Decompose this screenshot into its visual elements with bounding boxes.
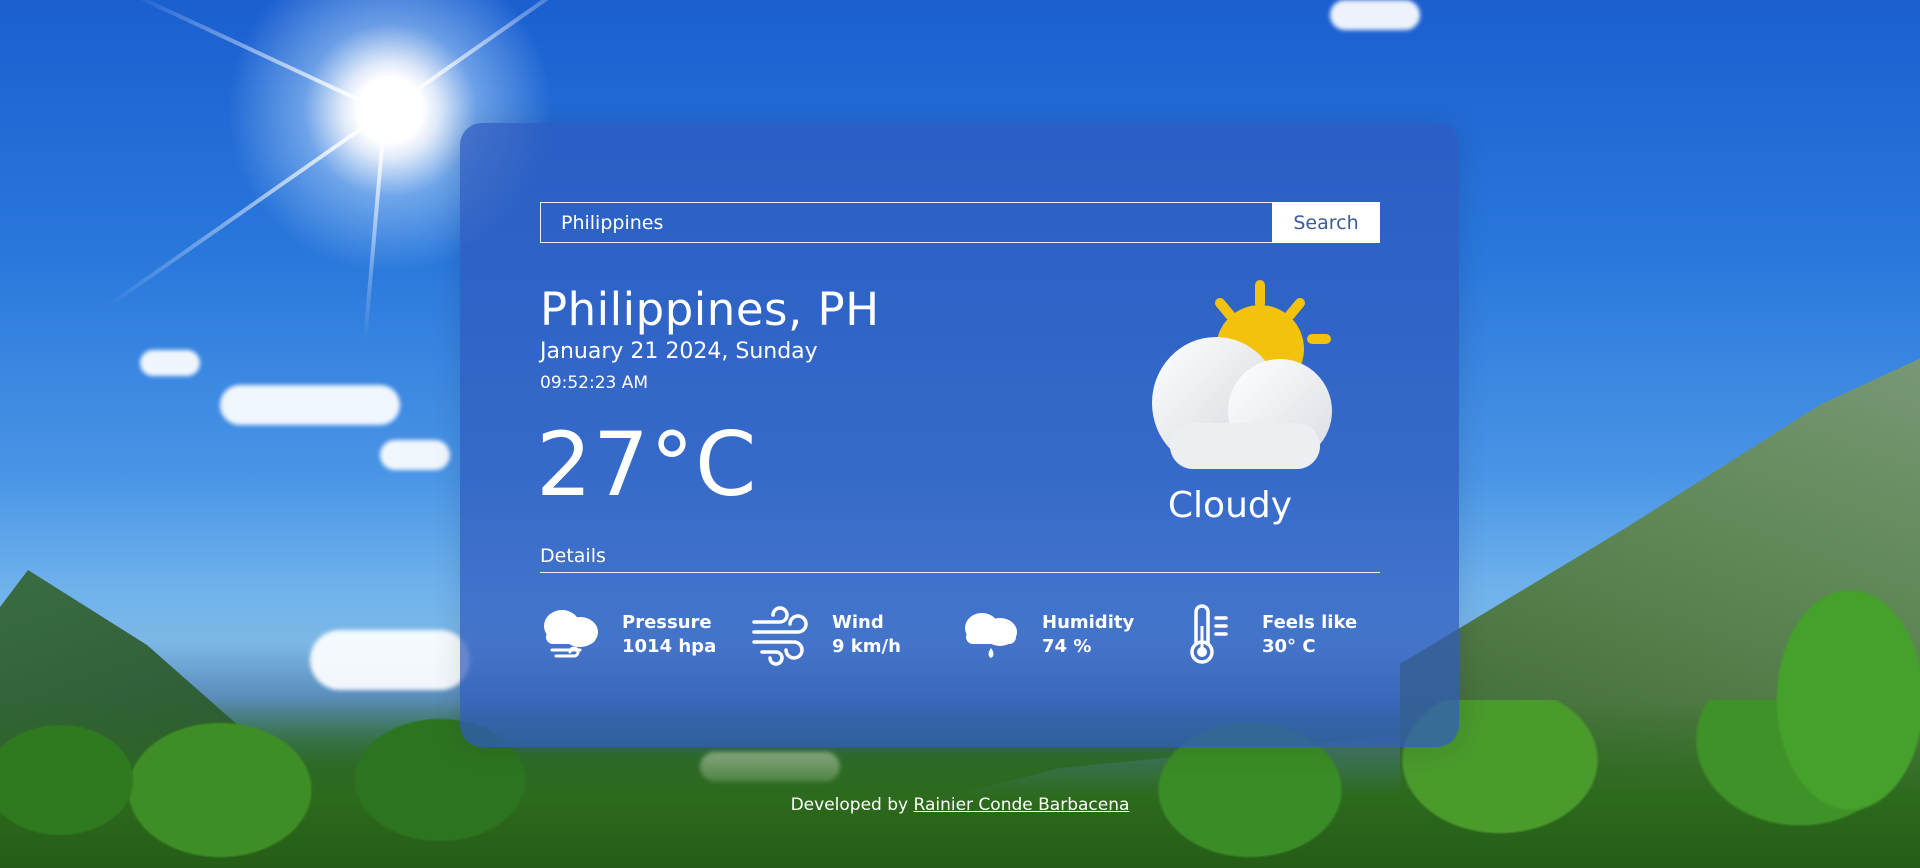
search-button[interactable]: Search [1272,202,1380,243]
wind-value: 9 km/h [832,636,901,657]
thermometer-icon [1190,604,1228,664]
condition-label: Cloudy [1167,485,1293,526]
cloud [140,350,200,376]
humidity-label: Humidity [1042,612,1135,633]
footer: Developed by Rainier Conde Barbacena [0,795,1920,815]
cloud [220,385,400,425]
wind-icon [752,606,808,666]
feels-like-value: 30° C [1262,636,1316,657]
pressure-cloud-icon [544,610,598,658]
detail-pressure: Pressure 1014 hpa [540,603,716,667]
temperature: 27°C [536,413,758,516]
author-link[interactable]: Rainier Conde Barbacena [914,795,1130,815]
sun-behind-cloud-icon [1152,280,1332,469]
detail-humidity: Humidity 74 % [960,603,1134,667]
date-text: January 21 2024, Sunday [540,339,818,364]
trees-right [1700,520,1920,868]
humidity-value: 74 % [1042,636,1092,657]
footer-prefix: Developed by [790,795,909,815]
pressure-value: 1014 hpa [622,636,717,657]
cloud [1330,0,1420,30]
weather-card: Search Philippines, PH January 21 2024, … [460,123,1459,747]
cloud [310,630,470,690]
search-input[interactable] [540,202,1272,243]
cloud [380,440,450,470]
search-bar: Search [540,202,1380,243]
details-title: Details [540,545,606,567]
location-title: Philippines, PH [540,283,880,336]
feels-like-label: Feels like [1262,612,1358,633]
detail-feels-like: Feels like 30° C [1180,603,1357,667]
humidity-icon [965,613,1017,658]
time-text: 09:52:23 AM [540,373,649,393]
details-divider [540,572,1380,573]
wind-label: Wind [832,612,884,633]
detail-wind: Wind 9 km/h [750,603,901,667]
pressure-label: Pressure [622,612,712,633]
